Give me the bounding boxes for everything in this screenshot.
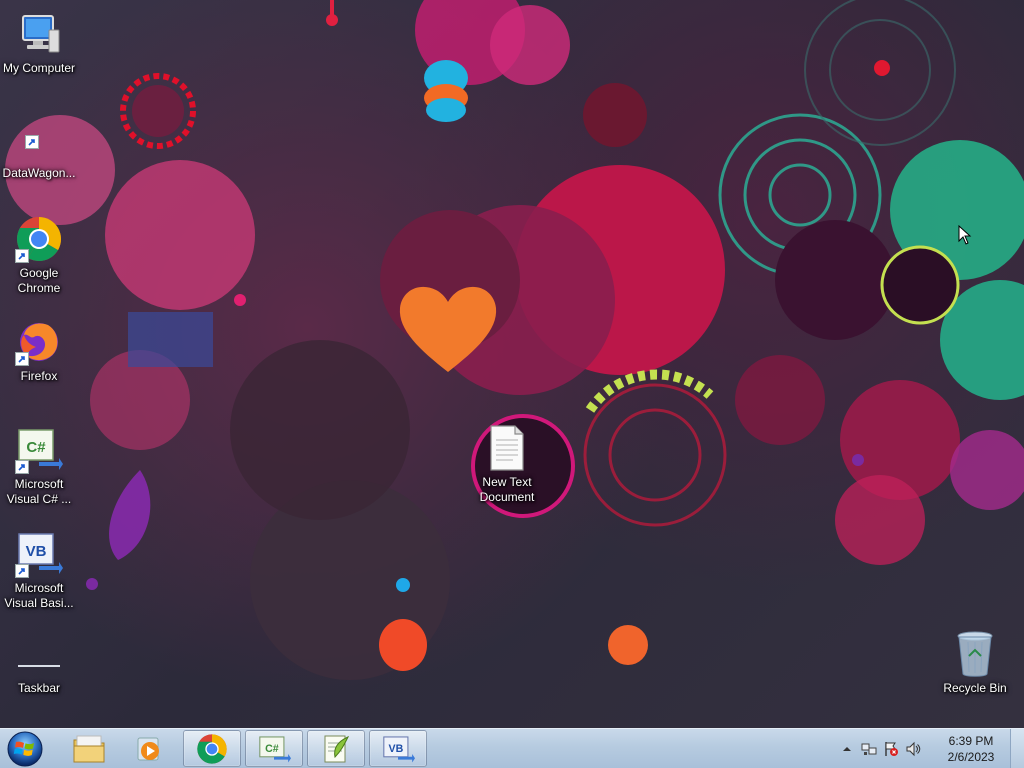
volume-speaker-icon[interactable] [905, 741, 921, 757]
show-hidden-icons-chevron-up-icon[interactable] [839, 741, 855, 757]
shortcut-arrow-icon [15, 249, 29, 263]
desktop-icon-label: Google Chrome [17, 266, 61, 295]
text-document-icon [483, 424, 531, 472]
shortcut-icon [15, 115, 63, 163]
desktop-icon-visual-basic[interactable]: VB Microsoft Visual Basi... [0, 530, 78, 611]
svg-text:C#: C# [26, 439, 46, 456]
file-explorer-icon [73, 735, 105, 762]
chrome-icon [197, 733, 227, 764]
svg-text:VB: VB [389, 742, 404, 754]
taskbar-button-visual-basic[interactable]: VB [369, 730, 427, 767]
show-desktop-button[interactable] [1010, 729, 1024, 768]
taskbar-button-file-explorer[interactable] [60, 730, 118, 767]
vb-icon: VB [15, 530, 63, 578]
desktop-icon-taskbar[interactable]: Taskbar [0, 652, 78, 696]
taskbar-icon [15, 652, 63, 678]
taskbar-button-notepad-plus[interactable] [307, 730, 365, 767]
network-icon[interactable] [861, 741, 877, 757]
desktop-icon-label: DataWagon... [2, 166, 76, 180]
shortcut-arrow-icon [15, 352, 29, 366]
taskbar-button-chrome[interactable] [183, 730, 241, 767]
taskbar: C# VB 6:39 PM 2/6/2023 [0, 728, 1024, 768]
desktop-icon-label: Taskbar [17, 681, 61, 695]
clock-time: 6:39 PM [948, 734, 994, 748]
csharp-icon: C# [15, 426, 63, 474]
desktop-icon-my-computer[interactable]: My Computer [0, 10, 78, 76]
shortcut-arrow-icon [15, 460, 29, 474]
start-button[interactable] [4, 729, 46, 768]
desktop-icon-visual-csharp[interactable]: C# Microsoft Visual C# ... [0, 426, 78, 507]
shortcut-arrow-icon [25, 135, 39, 149]
desktop-icon-label: Microsoft Visual Basi... [4, 581, 74, 610]
mouse-cursor-icon [958, 224, 972, 250]
notepad-plus-icon [324, 735, 350, 762]
svg-text:VB: VB [26, 543, 47, 560]
system-clock[interactable]: 6:39 PM 2/6/2023 [936, 733, 1006, 765]
taskbar-button-media-player[interactable] [120, 730, 178, 767]
desktop-icon-recycle-bin[interactable]: Recycle Bin [936, 630, 1014, 696]
taskbar-button-visual-csharp[interactable]: C# [245, 730, 303, 767]
desktop-icon-label: New Text Document [479, 475, 535, 504]
desktop-icon-label: Firefox [20, 369, 58, 383]
action-center-flag-icon[interactable] [883, 741, 899, 757]
recycle-bin-icon [951, 630, 999, 678]
svg-text:C#: C# [265, 742, 279, 754]
computer-icon [15, 10, 63, 58]
csharp-icon: C# [259, 735, 291, 762]
desktop-icon-google-chrome[interactable]: Google Chrome [0, 215, 78, 296]
system-tray: 6:39 PM 2/6/2023 [836, 729, 1006, 768]
clock-date: 2/6/2023 [947, 750, 995, 764]
desktop-wallpaper [0, 0, 1024, 728]
desktop-icon-label: My Computer [2, 61, 76, 75]
desktop-icon-datawagon[interactable]: DataWagon... [0, 115, 78, 181]
vb-icon: VB [383, 735, 415, 762]
desktop-icon-label: Microsoft Visual C# ... [6, 477, 72, 506]
desktop-icon-label: Recycle Bin [943, 681, 1007, 695]
desktop-icon-firefox[interactable]: Firefox [0, 318, 78, 384]
media-player-icon [137, 737, 159, 760]
chrome-icon [15, 215, 63, 263]
desktop-icon-new-text-document[interactable]: New Text Document [468, 424, 546, 505]
windows-start-icon [7, 731, 43, 767]
shortcut-arrow-icon [15, 564, 29, 578]
firefox-icon [15, 318, 63, 366]
